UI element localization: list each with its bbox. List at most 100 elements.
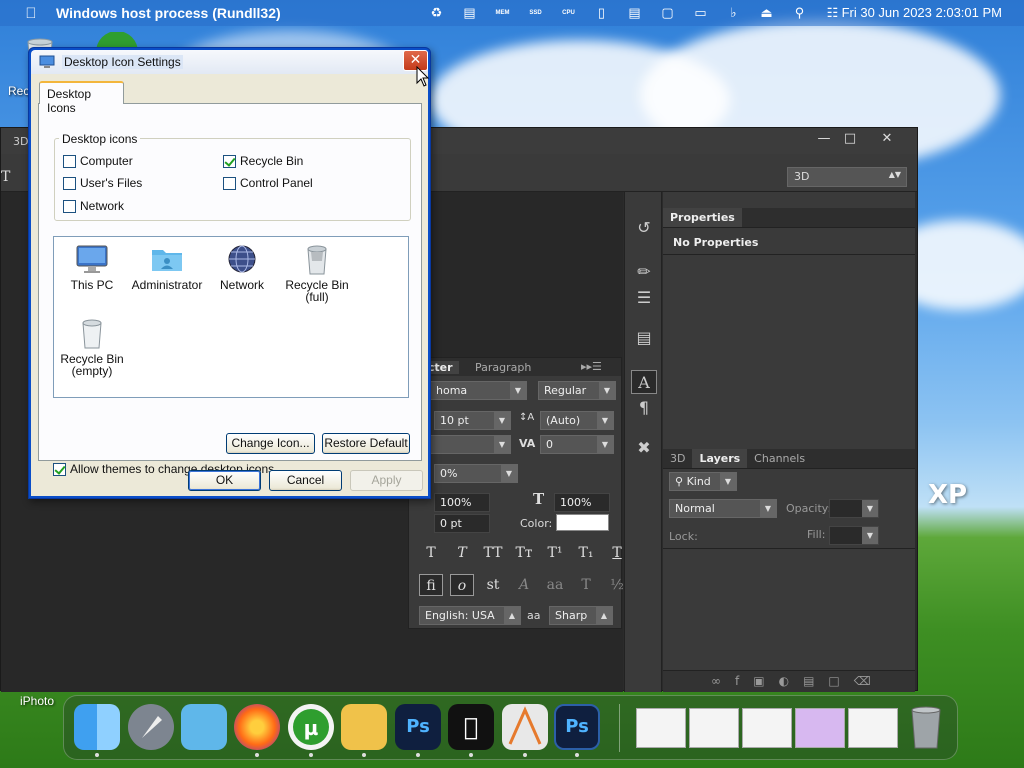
group-icon[interactable]: ▤: [803, 674, 828, 688]
stylistic-icon[interactable]: A: [512, 574, 536, 596]
language-select[interactable]: English: USA ▲: [419, 606, 521, 625]
cpu-icon[interactable]: CPU: [552, 10, 585, 17]
text-color-swatch[interactable]: [556, 514, 609, 531]
fraction-icon[interactable]: ½: [605, 574, 629, 596]
titling-icon[interactable]: aa: [543, 574, 567, 596]
photoshop-icon[interactable]: Ps: [395, 704, 441, 750]
display-icon[interactable]: ▭: [684, 5, 717, 21]
subscript-icon[interactable]: T₁: [574, 542, 598, 564]
memory-icon[interactable]: MEM: [486, 10, 519, 17]
discretionary-icon[interactable]: o: [450, 574, 474, 596]
adjust-icon[interactable]: ☰: [631, 286, 657, 310]
change-icon-button[interactable]: Change Icon...: [226, 433, 315, 454]
restore-default-button[interactable]: Restore Default: [322, 433, 410, 454]
brush-icon[interactable]: ✏: [631, 260, 657, 284]
tracking-field[interactable]: 0 ▼: [540, 435, 614, 454]
layer-filter-select[interactable]: ⚲ Kind ▼: [669, 472, 737, 491]
launchpad-icon[interactable]: [128, 704, 174, 750]
active-app-title[interactable]: Windows host process (Rundll32): [56, 5, 281, 21]
tracking-percent-field[interactable]: 0% ▼: [434, 464, 518, 483]
tab-desktop-icons[interactable]: Desktop Icons: [39, 81, 124, 115]
trash-icon[interactable]: ⌫: [854, 674, 885, 688]
faux-bold-icon[interactable]: T: [419, 542, 443, 564]
list-item-this-pc[interactable]: This PC: [54, 243, 130, 291]
font-style-select[interactable]: Regular ▼: [538, 381, 616, 400]
checkbox-computer[interactable]: Computer: [63, 154, 133, 168]
underline-icon[interactable]: T: [605, 542, 629, 564]
minimized-window-thumb[interactable]: [848, 708, 898, 748]
new-layer-icon[interactable]: □: [828, 674, 853, 688]
mask-icon[interactable]: ▣: [753, 674, 778, 688]
sidebar-icon[interactable]: ▤: [618, 5, 651, 21]
type-tool-icon[interactable]: T: [1, 169, 10, 185]
maximize-button[interactable]: □: [839, 131, 861, 149]
icon-list[interactable]: This PC Administrator Network Recycle Bi…: [53, 236, 409, 398]
checkbox-network[interactable]: Network: [63, 199, 124, 213]
eject-icon[interactable]: ⏏: [750, 5, 783, 21]
kerning-field[interactable]: ▼: [430, 435, 511, 454]
ok-button[interactable]: OK: [188, 470, 261, 491]
small-caps-icon[interactable]: Tт: [512, 542, 536, 564]
tab-channels[interactable]: Channels: [747, 449, 812, 468]
checkbox-control-panel[interactable]: Control Panel: [223, 176, 313, 190]
font-size-field[interactable]: 10 pt ▼: [434, 411, 511, 430]
firefox-icon[interactable]: [234, 704, 280, 750]
checkbox-box[interactable]: [63, 154, 76, 168]
paragraph-icon[interactable]: ¶: [631, 396, 657, 420]
fill-field[interactable]: ▼: [829, 526, 879, 545]
apple-logo-icon[interactable]: : [448, 704, 494, 750]
faux-italic-icon[interactable]: T: [450, 542, 474, 564]
minimize-button[interactable]: —: [813, 131, 835, 149]
list-item-network[interactable]: Network: [204, 243, 280, 291]
font-family-select[interactable]: homa ▼: [430, 381, 527, 400]
vertical-scale-field[interactable]: 100%: [434, 493, 490, 512]
opacity-field[interactable]: ▼: [829, 499, 879, 518]
spiral-icon[interactable]: ♻: [420, 5, 453, 21]
tools-icon[interactable]: ✖: [631, 436, 657, 460]
disk-icon[interactable]: SSD: [519, 10, 552, 17]
close-button[interactable]: ✕: [876, 131, 898, 149]
minimized-window-thumb[interactable]: [795, 708, 845, 748]
checkbox-box-checked[interactable]: [223, 154, 236, 168]
ordinal-icon[interactable]: T: [574, 574, 598, 596]
checkbox-box[interactable]: [63, 176, 76, 190]
minimized-window-thumb[interactable]: [689, 708, 739, 748]
workspace-select[interactable]: 3D ▲▼: [787, 167, 907, 187]
blend-mode-select[interactable]: Normal ▼: [669, 499, 777, 518]
menubar-clock[interactable]: Fri 30 Jun 2023 2:03:01 PM: [842, 5, 1002, 20]
adjustment-icon[interactable]: ◐: [779, 674, 803, 688]
checkbox-recycle-bin[interactable]: Recycle Bin: [223, 154, 303, 168]
minimized-window-thumb[interactable]: [636, 708, 686, 748]
history-icon[interactable]: ↺: [631, 216, 657, 240]
tab-layers[interactable]: Layers: [692, 449, 748, 468]
character-panel-icon[interactable]: A: [631, 370, 657, 394]
antialias-select[interactable]: Sharp ▲: [549, 606, 613, 625]
cancel-button[interactable]: Cancel: [269, 470, 342, 491]
utorrent-icon[interactable]: µ: [288, 704, 334, 750]
checkbox-users-files[interactable]: User's Files: [63, 176, 142, 190]
horizontal-scale-field[interactable]: 100%: [554, 493, 610, 512]
instruments-icon[interactable]: [502, 704, 548, 750]
usb-icon[interactable]: ▯: [585, 5, 618, 21]
minimized-window-thumb[interactable]: [742, 708, 792, 748]
clipboard-icon[interactable]: ▤: [453, 5, 486, 21]
list-item-administrator[interactable]: Administrator: [129, 243, 205, 291]
folder-icon[interactable]: [181, 704, 227, 750]
finder-icon[interactable]: [74, 704, 120, 750]
leading-field[interactable]: (Auto) ▼: [540, 411, 614, 430]
apple-menu-icon[interactable]: : [22, 5, 40, 22]
dialog-titlebar[interactable]: Desktop Icon Settings: [31, 50, 428, 74]
tab-3d[interactable]: 3D: [663, 449, 692, 468]
link-icon[interactable]: ∞: [711, 674, 735, 688]
checkbox-box[interactable]: [63, 199, 76, 213]
tab-properties[interactable]: Properties: [663, 208, 742, 227]
all-caps-icon[interactable]: TT: [481, 542, 505, 564]
search-icon[interactable]: ⚲: [783, 5, 816, 21]
fx-icon[interactable]: f: [735, 674, 753, 688]
checkbox-box-checked[interactable]: [53, 462, 66, 476]
photoshop-alt-icon[interactable]: Ps: [554, 704, 600, 750]
file-manager-icon[interactable]: [341, 704, 387, 750]
mute-icon[interactable]: ♭: [717, 5, 750, 21]
panel-menu-icon[interactable]: ▸▸☰: [581, 360, 602, 373]
checkbox-box[interactable]: [223, 176, 236, 190]
